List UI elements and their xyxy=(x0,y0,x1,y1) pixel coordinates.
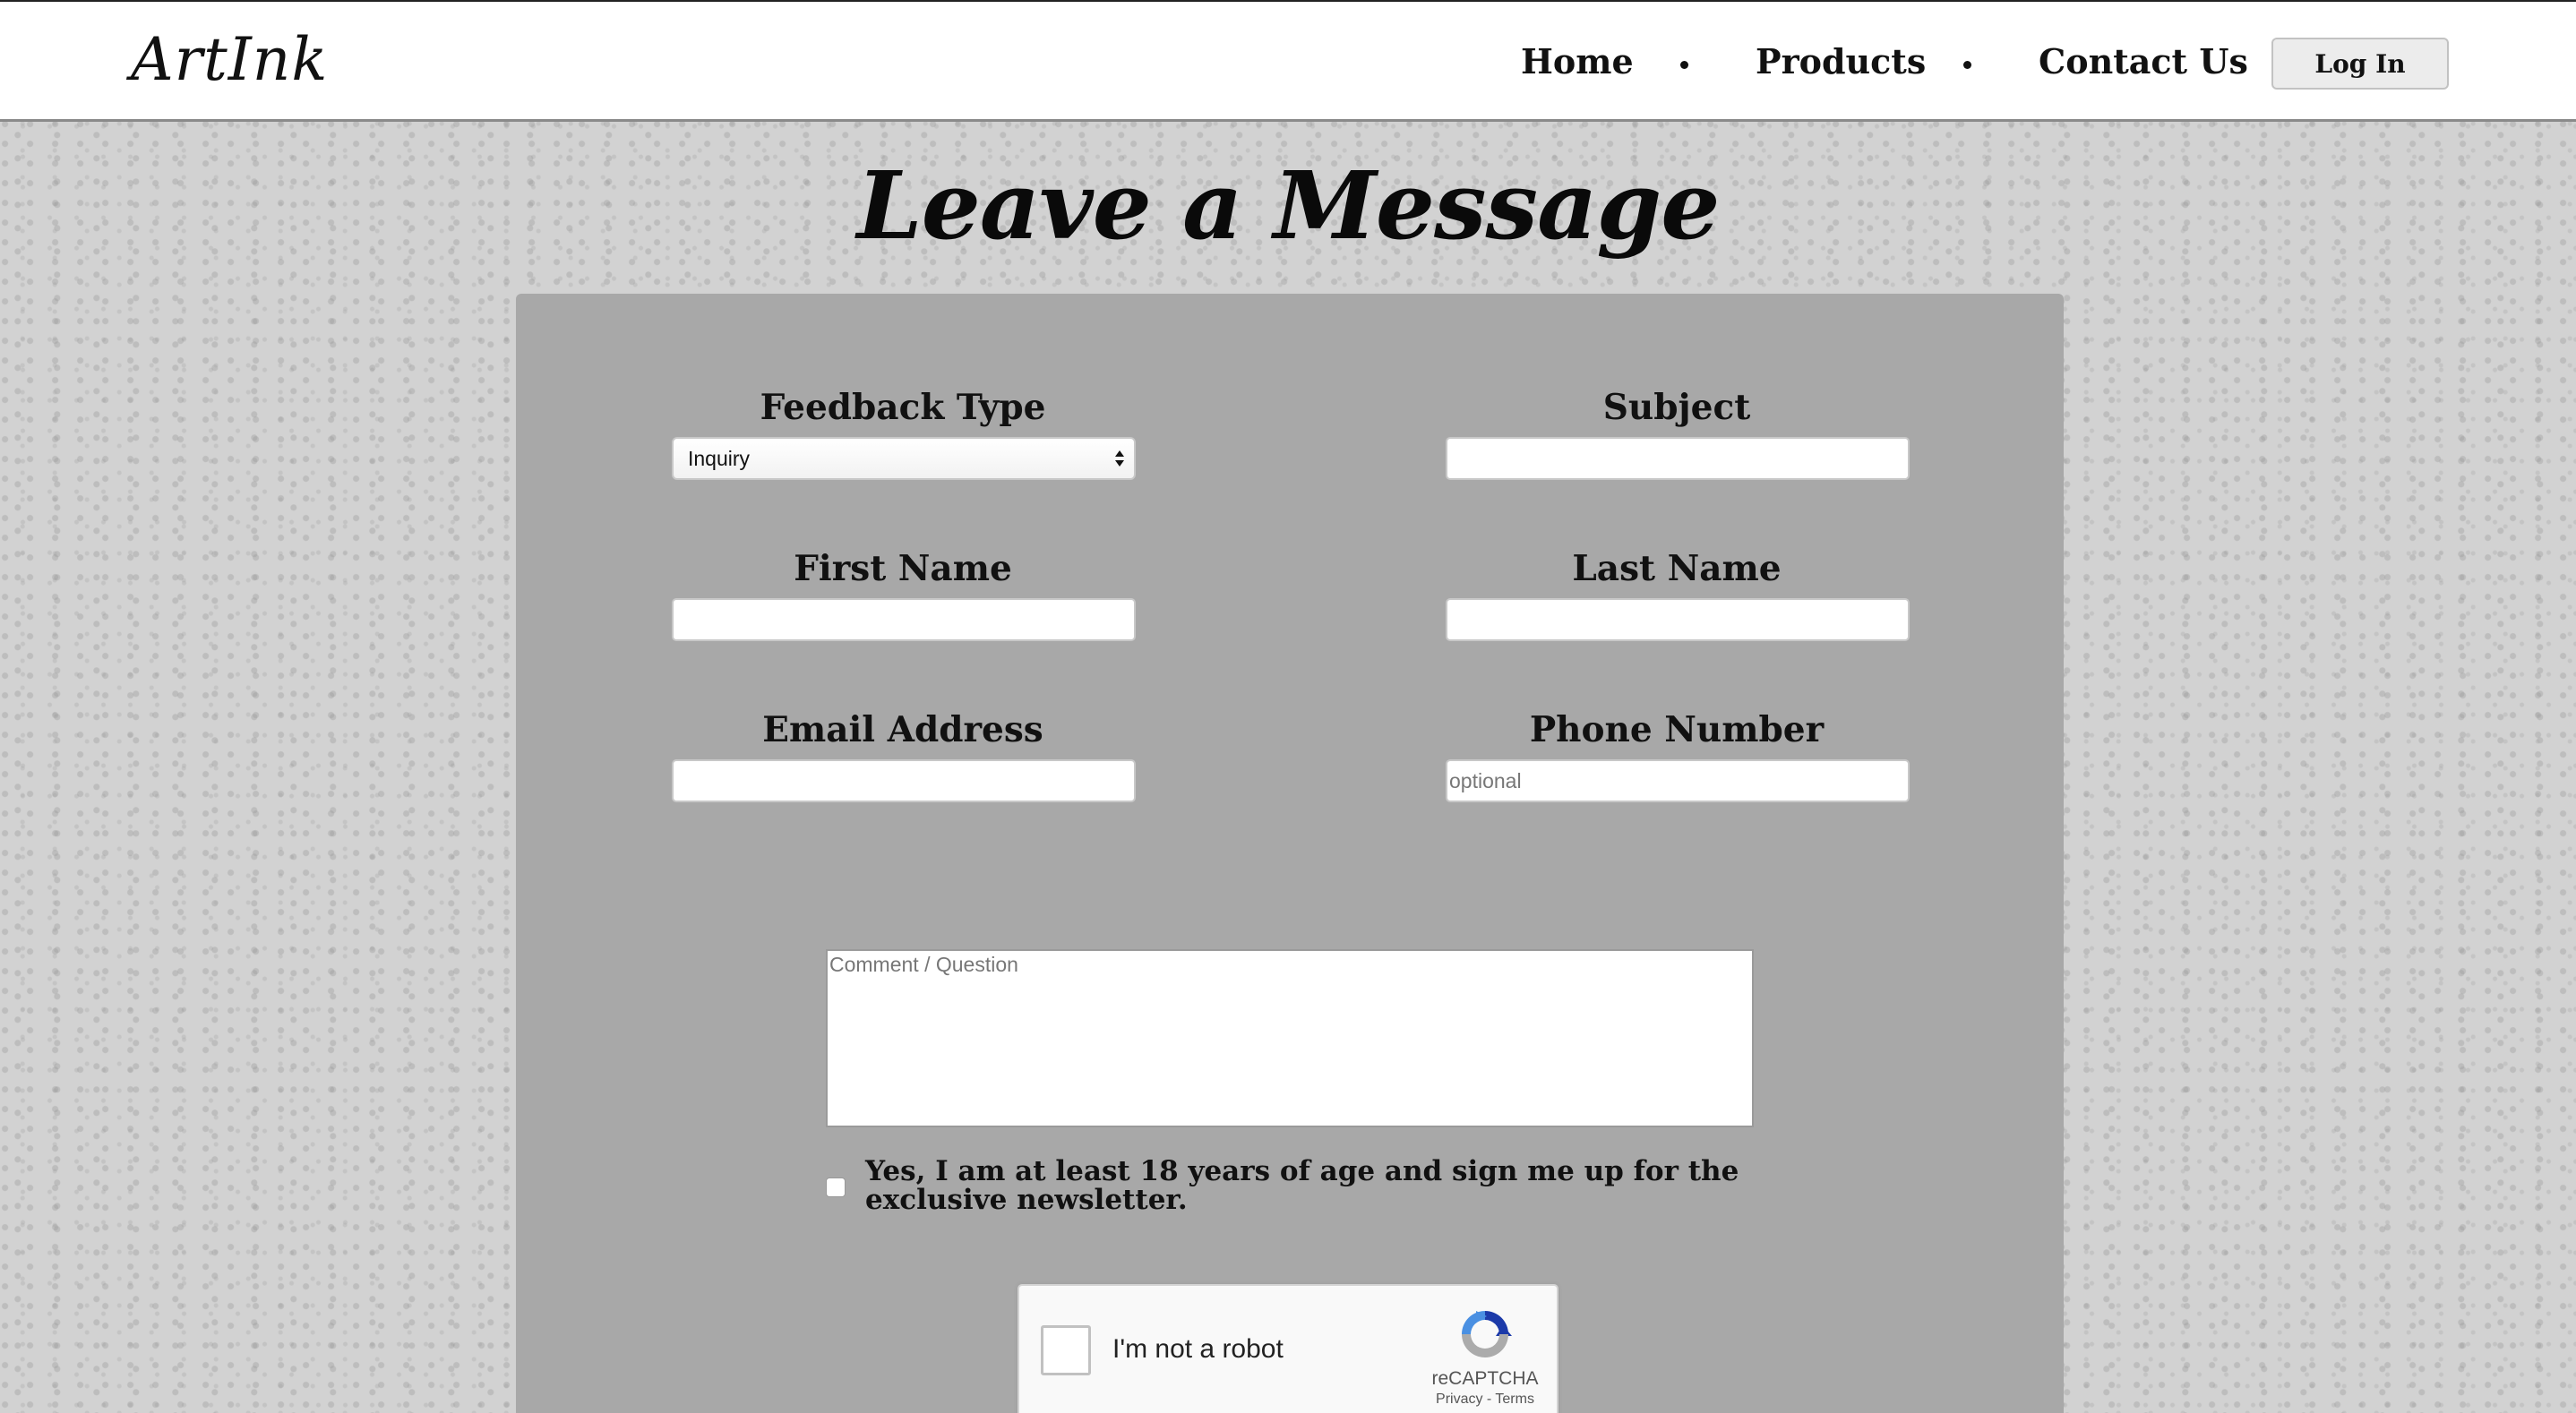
newsletter-checkbox[interactable] xyxy=(826,1178,846,1197)
newsletter-checkbox-label: Yes, I am at least 18 years of age and s… xyxy=(865,1155,1739,1216)
site-logo[interactable]: ArtInk xyxy=(131,25,328,94)
first-name-label: First Name xyxy=(794,548,1012,589)
recaptcha-widget: I'm not a robot reCAPTCHA Privacy - Term… xyxy=(1018,1284,1558,1413)
nav-contact-link[interactable]: Contact Us xyxy=(2039,41,2248,81)
subject-label: Subject xyxy=(1602,387,1751,428)
recaptcha-label: I'm not a robot xyxy=(1112,1334,1284,1364)
email-label: Email Address xyxy=(762,709,1043,750)
nav-products-link[interactable]: Products xyxy=(1756,41,1926,81)
recaptcha-terms-link[interactable]: Terms xyxy=(1495,1392,1534,1407)
nav-separator-dot xyxy=(1680,61,1688,69)
site-header: ArtInk Home Products Contact Us Log In xyxy=(0,0,2576,122)
recaptcha-links-separator: - xyxy=(1482,1392,1496,1407)
page-title: Leave a Message xyxy=(856,150,1721,261)
comment-textarea[interactable] xyxy=(826,949,1754,1127)
feedback-type-select[interactable]: Inquiry xyxy=(672,437,1136,480)
subject-input[interactable] xyxy=(1446,437,1910,480)
email-input[interactable] xyxy=(672,759,1136,802)
phone-label: Phone Number xyxy=(1529,709,1825,750)
nav-home-link[interactable]: Home xyxy=(1521,41,1634,81)
feedback-type-label: Feedback Type xyxy=(760,387,1046,428)
recaptcha-logo-icon xyxy=(1462,1311,1512,1357)
nav-separator-dot xyxy=(1963,61,1971,69)
last-name-label: Last Name xyxy=(1572,548,1782,589)
last-name-input[interactable] xyxy=(1446,598,1910,641)
recaptcha-links: Privacy - Terms xyxy=(1395,1392,1575,1408)
updown-arrows-icon xyxy=(1115,450,1124,467)
login-button[interactable]: Log In xyxy=(2271,38,2449,90)
recaptcha-brand-text: reCAPTCHA xyxy=(1431,1368,1539,1389)
first-name-input[interactable] xyxy=(672,598,1136,641)
recaptcha-privacy-link[interactable]: Privacy xyxy=(1436,1392,1482,1407)
phone-input[interactable] xyxy=(1446,759,1910,802)
recaptcha-checkbox[interactable] xyxy=(1041,1325,1091,1375)
feedback-type-selected-value: Inquiry xyxy=(688,446,751,470)
